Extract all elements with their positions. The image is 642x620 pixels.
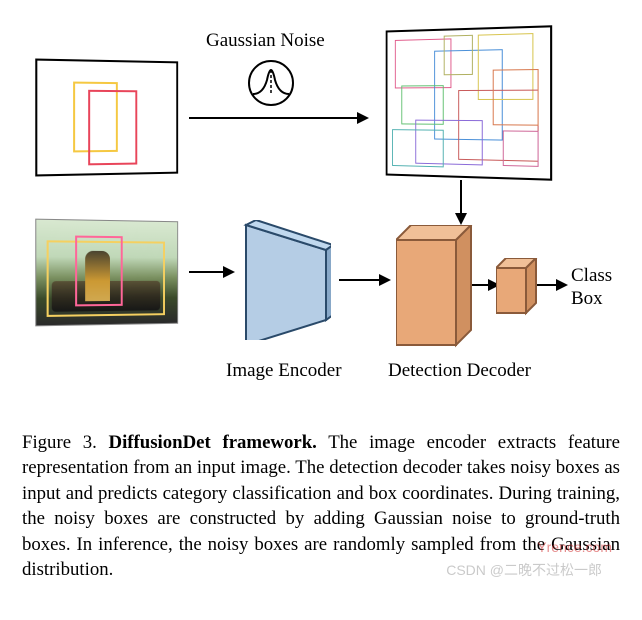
image-encoder-block: [241, 220, 331, 340]
noisy-box: [392, 129, 444, 167]
caption-body: The image encoder extracts feature repre…: [22, 432, 620, 580]
framework-diagram: Gaussian Noise: [11, 10, 631, 410]
gt-box-red: [88, 90, 137, 166]
detection-decoder-large-block: [396, 225, 486, 355]
noisy-box: [493, 69, 539, 126]
input-image: [35, 219, 178, 327]
caption-title: DiffusionDet framework.: [109, 432, 317, 453]
output-box-text: Box: [571, 288, 603, 309]
gaussian-noise-label: Gaussian Noise: [206, 30, 325, 52]
output-class-text: Class: [571, 265, 612, 286]
ground-truth-boxes-panel: [35, 59, 178, 177]
image-encoder-label: Image Encoder: [226, 360, 342, 382]
noisy-boxes-panel: [386, 25, 552, 180]
figure-caption: Figure 3. DiffusionDet framework. The im…: [10, 430, 632, 582]
arrow-image-to-encoder: [189, 262, 235, 282]
detection-decoder-small-block: [496, 258, 546, 323]
arrow-gt-to-noisy: [189, 108, 369, 128]
detection-decoder-label: Detection Decoder: [388, 360, 531, 382]
noisy-box: [503, 130, 539, 166]
output-label: Class Box: [571, 265, 612, 311]
caption-prefix: Figure 3.: [22, 432, 109, 453]
noisy-box: [444, 35, 473, 75]
image-bbox-pink: [75, 236, 123, 307]
arrow-encoder-to-decoder: [339, 270, 391, 290]
arrow-noisy-to-decoder: [451, 180, 471, 225]
gaussian-noise-icon: [239, 58, 309, 108]
